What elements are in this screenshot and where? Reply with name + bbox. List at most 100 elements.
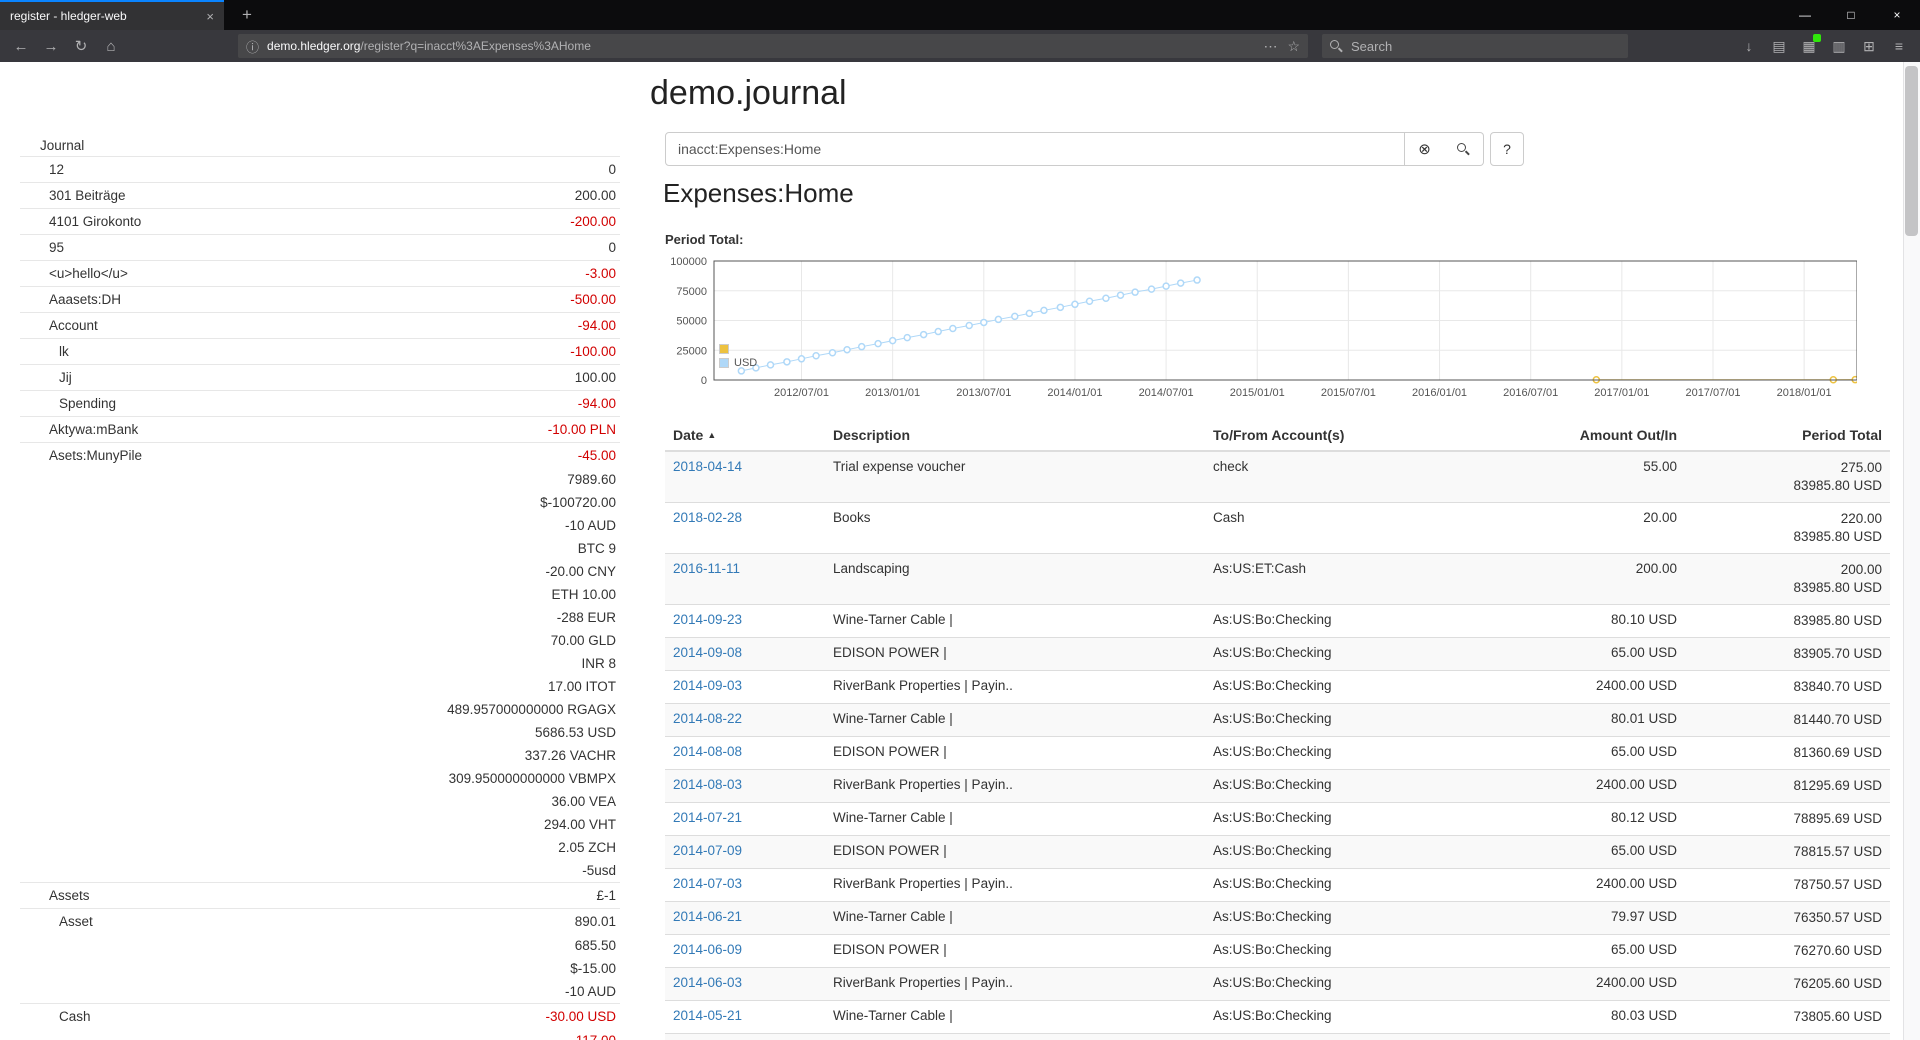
page-actions-icon[interactable]: ⋯: [1263, 38, 1277, 55]
account-link[interactable]: 4101 Girokonto: [49, 214, 141, 229]
svg-text:2016/01/01: 2016/01/01: [1412, 387, 1467, 399]
sidebar-account-row: <u>hello</u>-3.00: [20, 260, 620, 286]
grid-icon[interactable]: ⊞: [1854, 30, 1884, 62]
scrollbar-thumb[interactable]: [1905, 66, 1918, 236]
account-link[interactable]: Account: [49, 318, 98, 333]
register-row: 2014-07-03RiverBank Properties | Payin..…: [665, 869, 1890, 902]
cell-period-total: 76270.60 USD: [1685, 935, 1890, 968]
cell-date: 2014-09-23: [665, 605, 825, 638]
account-link[interactable]: Asets:MunyPile: [49, 448, 142, 463]
url-path: /register?q=inacct%3AExpenses%3AHome: [360, 39, 590, 53]
cell-period-total: 73725.57 USD: [1685, 1034, 1890, 1040]
register-date-link[interactable]: 2014-08-22: [673, 711, 742, 726]
library-icon[interactable]: ▤: [1764, 30, 1794, 62]
account-link[interactable]: 12: [49, 162, 64, 177]
account-balance: $-15.00: [570, 961, 620, 976]
header-date[interactable]: Date▲: [665, 420, 825, 451]
header-account: To/From Account(s): [1205, 420, 1505, 451]
account-link[interactable]: lk: [59, 344, 69, 359]
sidebar-toggle-icon[interactable]: ▥: [1824, 30, 1854, 62]
account-link[interactable]: Jij: [59, 370, 72, 385]
account-link[interactable]: Assets: [49, 888, 90, 903]
forward-icon[interactable]: →: [36, 30, 66, 62]
register-date-link[interactable]: 2014-08-03: [673, 777, 742, 792]
period-total-line: 81295.69 USD: [1693, 777, 1882, 795]
account-link[interactable]: 301 Beiträge: [49, 188, 126, 203]
register-date-link[interactable]: 2014-06-03: [673, 975, 742, 990]
register-date-link[interactable]: 2014-09-03: [673, 678, 742, 693]
browser-tab[interactable]: register - hledger-web ×: [0, 0, 224, 30]
cell-account: As:US:Bo:Checking: [1205, 770, 1505, 803]
register-date-link[interactable]: 2014-07-09: [673, 843, 742, 858]
register-date-link[interactable]: 2014-07-03: [673, 876, 742, 891]
tab-close-icon[interactable]: ×: [206, 9, 214, 24]
home-icon[interactable]: ⌂: [96, 30, 126, 62]
account-balance: $-100720.00: [540, 495, 620, 510]
register-date-link[interactable]: 2014-06-21: [673, 909, 742, 924]
new-tab-button[interactable]: +: [232, 0, 262, 30]
cell-date: 2018-02-28: [665, 503, 825, 554]
page-scrollbar[interactable]: [1903, 62, 1920, 1040]
svg-text:2015/07/01: 2015/07/01: [1321, 387, 1376, 399]
back-icon[interactable]: ←: [6, 30, 36, 62]
cell-date: 2014-06-03: [665, 968, 825, 1001]
browser-search-field[interactable]: Search: [1322, 34, 1628, 58]
account-link[interactable]: <u>hello</u>: [49, 266, 128, 281]
window-controls: — □ ×: [1782, 0, 1920, 30]
chart-legend: USD: [719, 342, 757, 370]
register-date-link[interactable]: 2014-05-21: [673, 1008, 742, 1023]
account-balance: -288 EUR: [557, 610, 620, 625]
account-link[interactable]: Cash: [59, 1009, 91, 1024]
account-link[interactable]: Asset: [59, 914, 93, 929]
menu-icon[interactable]: ≡: [1884, 30, 1914, 62]
query-input[interactable]: [665, 132, 1405, 166]
window-maximize-button[interactable]: □: [1828, 0, 1874, 30]
clear-query-button[interactable]: ⊗: [1404, 132, 1445, 166]
search-button[interactable]: [1444, 132, 1484, 166]
account-balance: 7989.60: [567, 472, 620, 487]
period-total-line: 83905.70 USD: [1693, 645, 1882, 663]
account-link[interactable]: 95: [49, 240, 64, 255]
cell-account: As:US:Bo:Checking: [1205, 803, 1505, 836]
register-date-link[interactable]: 2018-04-14: [673, 459, 742, 474]
register-date-link[interactable]: 2014-07-21: [673, 810, 742, 825]
help-button[interactable]: ?: [1490, 132, 1524, 166]
cell-description: Books: [825, 503, 1205, 554]
account-link[interactable]: Spending: [59, 396, 116, 411]
sidebar-journal-heading[interactable]: Journal: [20, 134, 620, 156]
cell-period-total: 81360.69 USD: [1685, 737, 1890, 770]
period-total-line: 83985.80 USD: [1693, 528, 1882, 546]
bookmark-star-icon[interactable]: ☆: [1287, 38, 1300, 55]
register-chart: 2012/07/012013/01/012013/07/012014/01/01…: [665, 254, 1857, 404]
reload-icon[interactable]: ↻: [66, 30, 96, 62]
sidebar-balance-row: 337.26 VACHR: [20, 744, 620, 767]
register-date-link[interactable]: 2014-08-08: [673, 744, 742, 759]
sidebar-balance-row: 2.05 ZCH: [20, 836, 620, 859]
register-date-link[interactable]: 2014-06-09: [673, 942, 742, 957]
account-link[interactable]: Aktywa:mBank: [49, 422, 138, 437]
register-date-link[interactable]: 2014-09-08: [673, 645, 742, 660]
extension-icon[interactable]: ▦: [1794, 30, 1824, 62]
window-minimize-button[interactable]: —: [1782, 0, 1828, 30]
account-link[interactable]: Aaasets:DH: [49, 292, 121, 307]
register-date-link[interactable]: 2016-11-11: [673, 561, 740, 576]
url-bar[interactable]: ⓘ demo.hledger.org/register?q=inacct%3AE…: [238, 34, 1308, 58]
sidebar-balance-row: -117.00: [20, 1029, 620, 1040]
cell-account: As:US:Bo:Checking: [1205, 935, 1505, 968]
account-balance: £-1: [596, 888, 620, 903]
cell-period-total: 73805.60 USD: [1685, 1001, 1890, 1034]
window-close-button[interactable]: ×: [1874, 0, 1920, 30]
period-total-line: 83985.80 USD: [1693, 612, 1882, 630]
downloads-icon[interactable]: ↓: [1734, 30, 1764, 62]
site-info-icon[interactable]: ⓘ: [246, 37, 259, 56]
register-row: 2014-08-08EDISON POWER |As:US:Bo:Checkin…: [665, 737, 1890, 770]
register-date-link[interactable]: 2018-02-28: [673, 510, 742, 525]
register-date-link[interactable]: 2014-09-23: [673, 612, 742, 627]
sidebar-balance-row: BTC 9: [20, 537, 620, 560]
cell-description: RiverBank Properties | Payin..: [825, 671, 1205, 704]
sidebar-balance-row: 685.50: [20, 934, 620, 957]
cell-account: As:US:Bo:Checking: [1205, 902, 1505, 935]
sidebar-account-row: Account-94.00: [20, 312, 620, 338]
table-header-row: Date▲ Description To/From Account(s) Amo…: [665, 420, 1890, 451]
sidebar-account-row: Aaasets:DH-500.00: [20, 286, 620, 312]
